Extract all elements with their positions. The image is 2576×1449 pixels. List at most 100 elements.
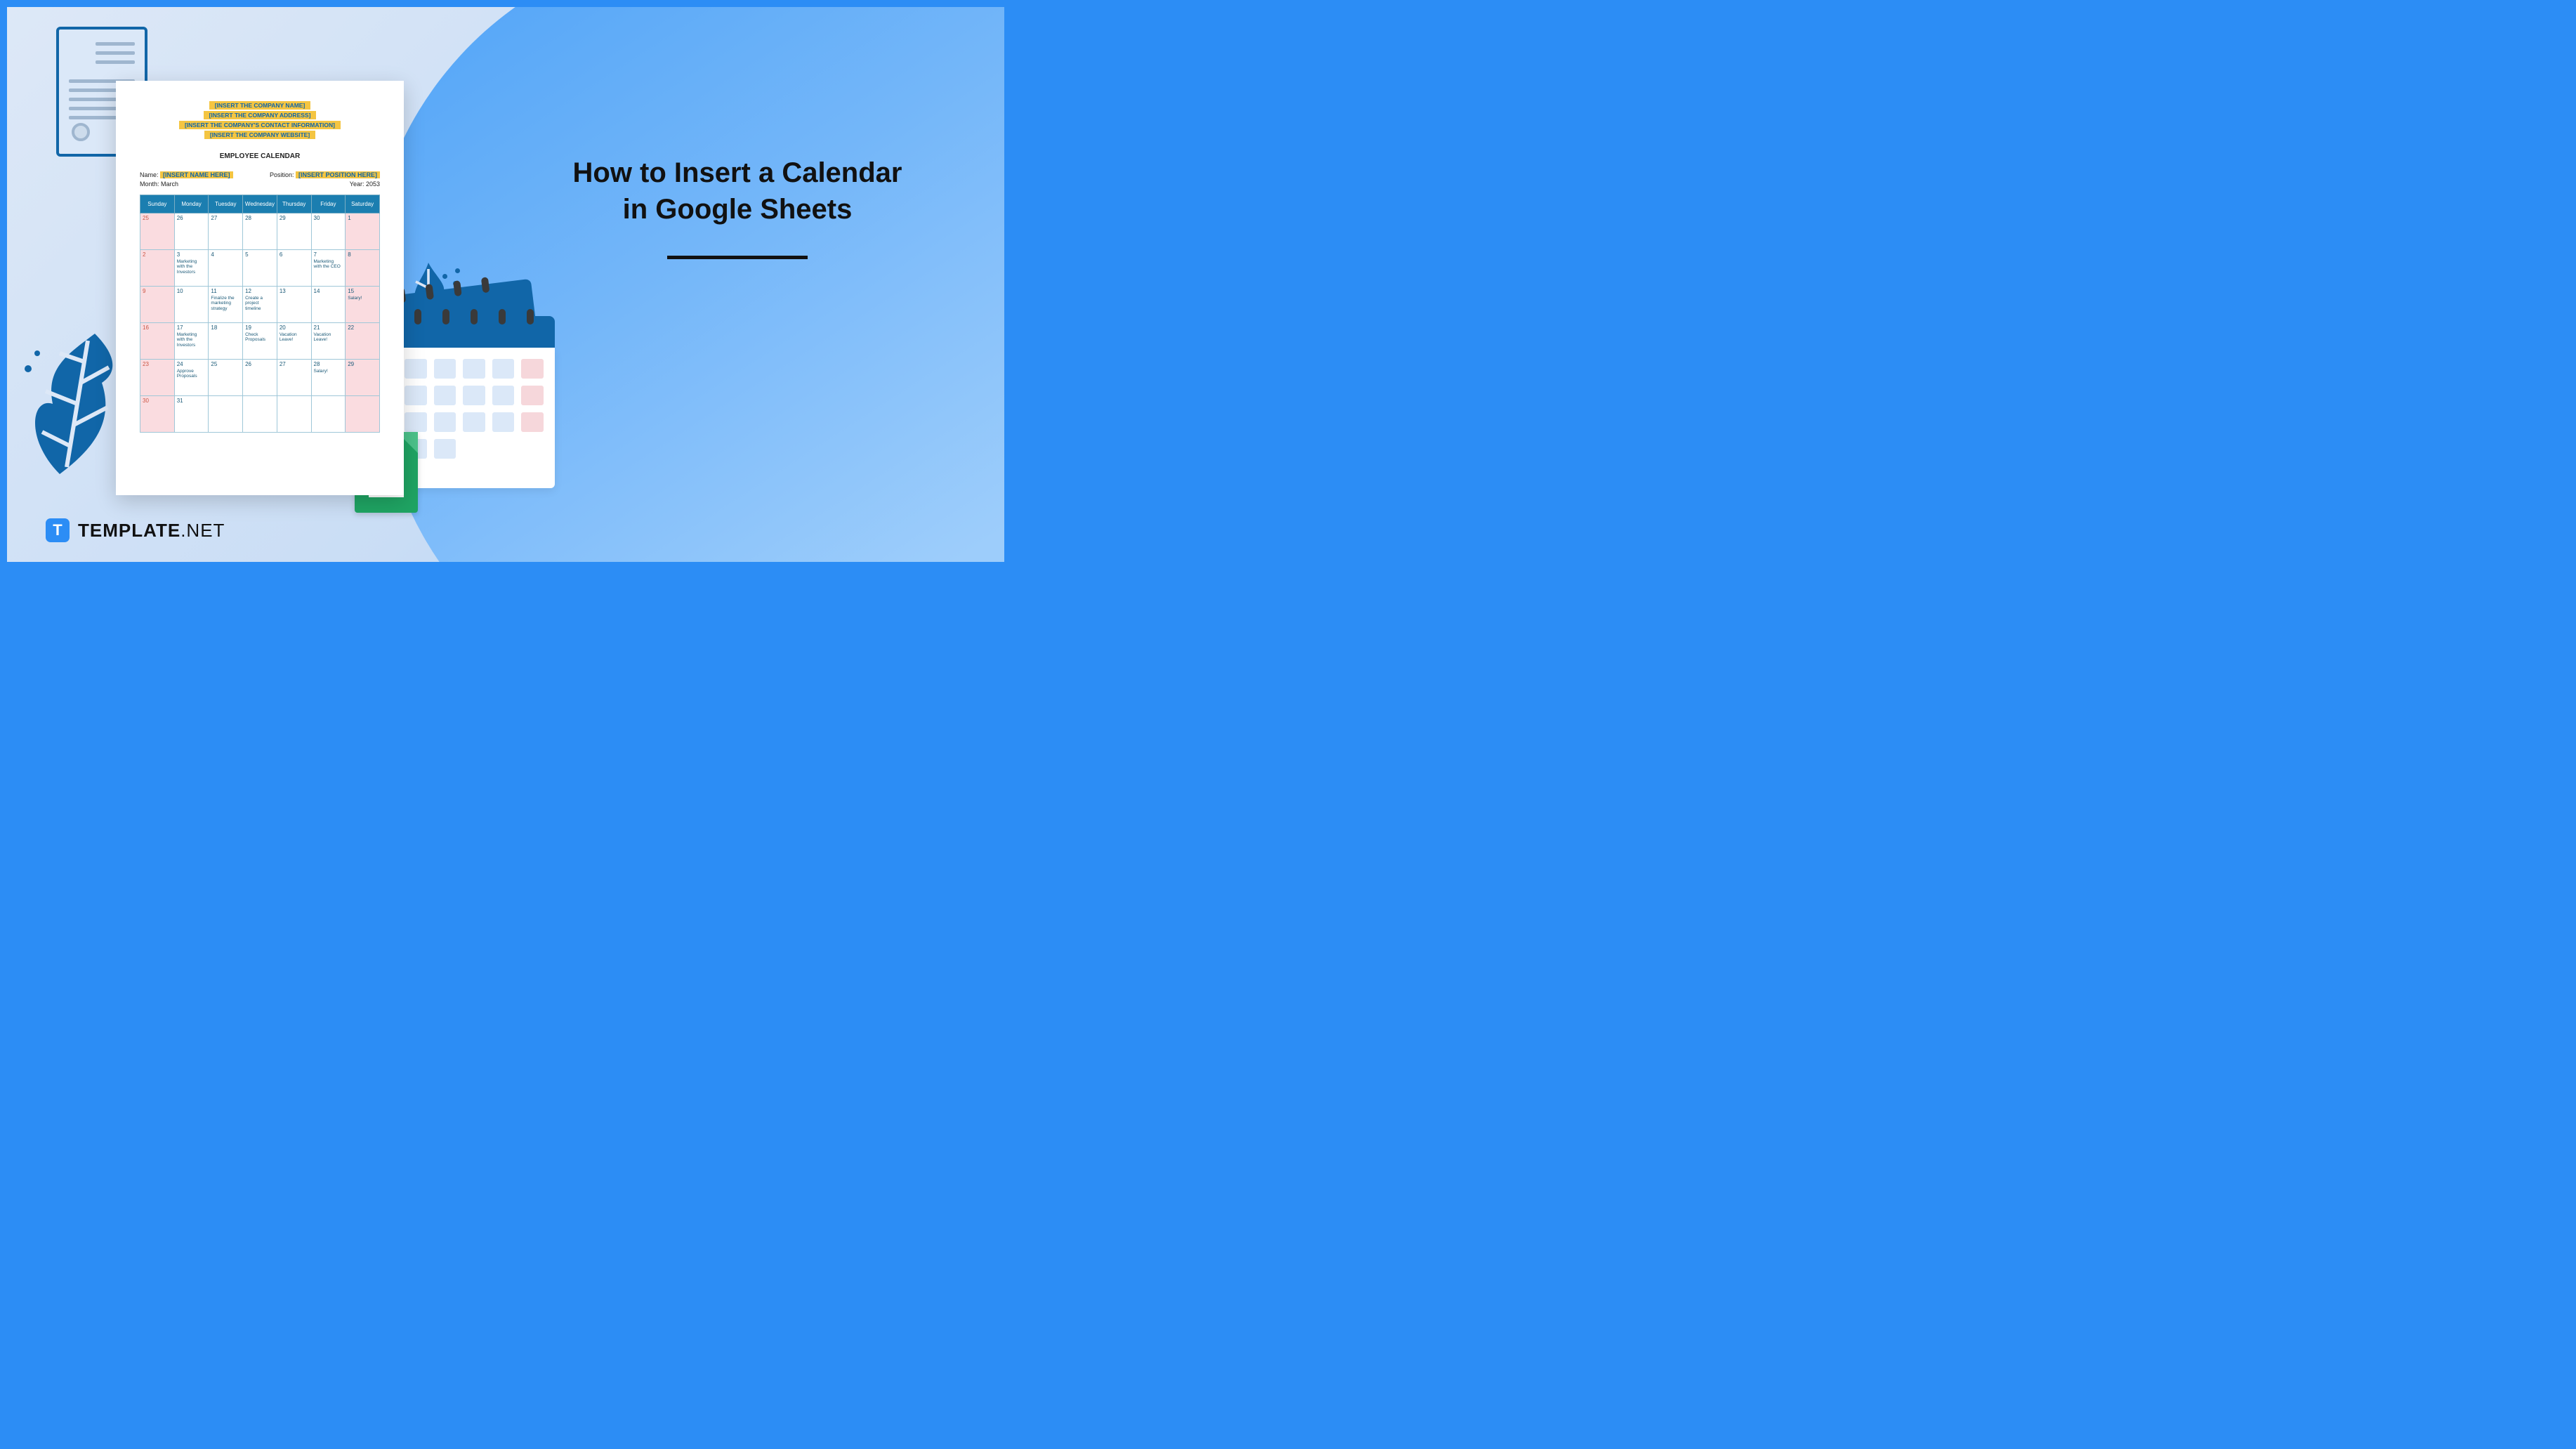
calendar-date-number: 13 (280, 288, 309, 294)
calendar-cell: 4 (209, 250, 243, 287)
calendar-event-text: Vacation Leave! (314, 332, 343, 343)
calendar-cell: 8 (346, 250, 380, 287)
calendar-week-row: 2526272829301 (140, 214, 380, 250)
calendar-cell: 21Vacation Leave! (311, 323, 346, 360)
calendar-event-text: Check Proposals (245, 332, 275, 343)
calendar-date-number: 9 (143, 288, 172, 294)
headline-line1: How to Insert a Calendar (573, 157, 902, 188)
canvas: How to Insert a Calendar in Google Sheet… (7, 7, 1004, 562)
document-title: EMPLOYEE CALENDAR (140, 152, 380, 160)
year-value: 2053 (366, 181, 380, 188)
calendar-cell: 27 (209, 214, 243, 250)
calendar-cell: 15 Salary! (346, 287, 380, 323)
calendar-week-row: 2324Approve Proposals25262728Salary!29 (140, 360, 380, 396)
calendar-cell: 29 (277, 214, 311, 250)
calendar-date-number: 30 (143, 398, 172, 404)
calendar-date-number: 2 (143, 251, 172, 258)
calendar-event-text: Marketing with the Investors (177, 332, 206, 348)
calendar-cell: 26 (174, 214, 209, 250)
position-label: Position: (270, 171, 294, 178)
calendar-day-header: Monday (174, 195, 209, 214)
headline-text: How to Insert a Calendar in Google Sheet… (569, 155, 906, 228)
calendar-date-number: 17 (177, 324, 206, 331)
name-label: Name: (140, 171, 159, 178)
calendar-cell: 6 (277, 250, 311, 287)
calendar-cell: 7Marketing with the CEO (311, 250, 346, 287)
calendar-date-number: 15 (348, 288, 377, 294)
calendar-cell (277, 396, 311, 433)
calendar-date-number: 1 (348, 215, 377, 221)
calendar-day-header: Thursday (277, 195, 311, 214)
calendar-date-number: 12 (245, 288, 275, 294)
calendar-event-text: Create a project timeline (245, 296, 275, 311)
calendar-cell: 1 (346, 214, 380, 250)
calendar-date-number: 3 (177, 251, 206, 258)
calendar-cell: 9 (140, 287, 175, 323)
calendar-cell (209, 396, 243, 433)
headline-block: How to Insert a Calendar in Google Sheet… (569, 155, 906, 259)
position-value: [INSERT POSITION HERE] (296, 171, 380, 178)
calendar-date-number: 28 (245, 215, 275, 221)
calendar-week-row: 1617Marketing with the Investors1819Chec… (140, 323, 380, 360)
calendar-event-text: Finalize the marketing strategy (211, 296, 240, 311)
calendar-cell (346, 396, 380, 433)
calendar-day-header: Friday (311, 195, 346, 214)
calendar-date-number: 22 (348, 324, 377, 331)
calendar-cell (311, 396, 346, 433)
calendar-event-text: Approve Proposals (177, 369, 206, 379)
month-label: Month: (140, 181, 159, 188)
calendar-cell (243, 396, 277, 433)
calendar-cell: 28Salary! (311, 360, 346, 396)
calendar-cell: 11 Finalize the marketing strategy (209, 287, 243, 323)
calendar-day-header: Sunday (140, 195, 175, 214)
company-name-placeholder: [INSERT THE COMPANY NAME] (209, 101, 311, 110)
calendar-date-number: 27 (280, 361, 309, 367)
calendar-date-number: 7 (314, 251, 343, 258)
calendar-event-text: Salary! (314, 369, 343, 374)
meta-row-name-position: Name: [INSERT NAME HERE] Position: [INSE… (140, 171, 380, 178)
leaf-icon (18, 327, 130, 481)
calendar-cell: 24Approve Proposals (174, 360, 209, 396)
calendar-date-number: 25 (143, 215, 172, 221)
employee-calendar-sheet: [INSERT THE COMPANY NAME] [INSERT THE CO… (116, 81, 404, 495)
calendar-event-text: Vacation Leave! (280, 332, 309, 343)
headline-rule (667, 256, 808, 259)
calendar-cell: 3Marketing with the Investors (174, 250, 209, 287)
name-value: [INSERT NAME HERE] (160, 171, 233, 178)
calendar-cell: 2 (140, 250, 175, 287)
calendar-date-number: 20 (280, 324, 309, 331)
calendar-cell: 22 (346, 323, 380, 360)
calendar-week-row: 23Marketing with the Investors4567Market… (140, 250, 380, 287)
calendar-date-number: 19 (245, 324, 275, 331)
calendar-event-text: Marketing with the Investors (177, 259, 206, 275)
calendar-week-row: 9 10 11 Finalize the marketing strategy 12 Cr… (140, 287, 380, 323)
company-website-placeholder: [INSERT THE COMPANY WEBSITE] (204, 131, 315, 139)
calendar-cell: 29 (346, 360, 380, 396)
calendar-date-number: 14 (314, 288, 343, 294)
calendar-date-number: 10 (177, 288, 206, 294)
calendar-cell: 18 (209, 323, 243, 360)
company-address-placeholder: [INSERT THE COMPANY ADDRESS] (204, 111, 317, 119)
logo-suffix: .NET (180, 520, 225, 541)
month-value: March (161, 181, 178, 188)
calendar-cell: 5 (243, 250, 277, 287)
calendar-date-number: 4 (211, 251, 240, 258)
calendar-cell: 10 (174, 287, 209, 323)
calendar-date-number: 18 (211, 324, 240, 331)
calendar-cell: 16 (140, 323, 175, 360)
calendar-cell: 28 (243, 214, 277, 250)
calendar-event-text: Salary! (348, 296, 377, 301)
calendar-cell: 17Marketing with the Investors (174, 323, 209, 360)
calendar-cell: 23 (140, 360, 175, 396)
calendar-date-number: 23 (143, 361, 172, 367)
company-contact-placeholder: [INSERT THE COMPANY'S CONTACT INFORMATIO… (179, 121, 341, 129)
calendar-date-number: 5 (245, 251, 275, 258)
template-net-logo: T TEMPLATE.NET (46, 518, 225, 542)
calendar-day-header: Tuesday (209, 195, 243, 214)
calendar-cell: 20Vacation Leave! (277, 323, 311, 360)
company-placeholder-lines: [INSERT THE COMPANY NAME] [INSERT THE CO… (140, 100, 380, 140)
calendar-cell: 27 (277, 360, 311, 396)
calendar-cell: 25 (209, 360, 243, 396)
calendar-date-number: 11 (211, 288, 240, 294)
calendar-cell: 30 (140, 396, 175, 433)
